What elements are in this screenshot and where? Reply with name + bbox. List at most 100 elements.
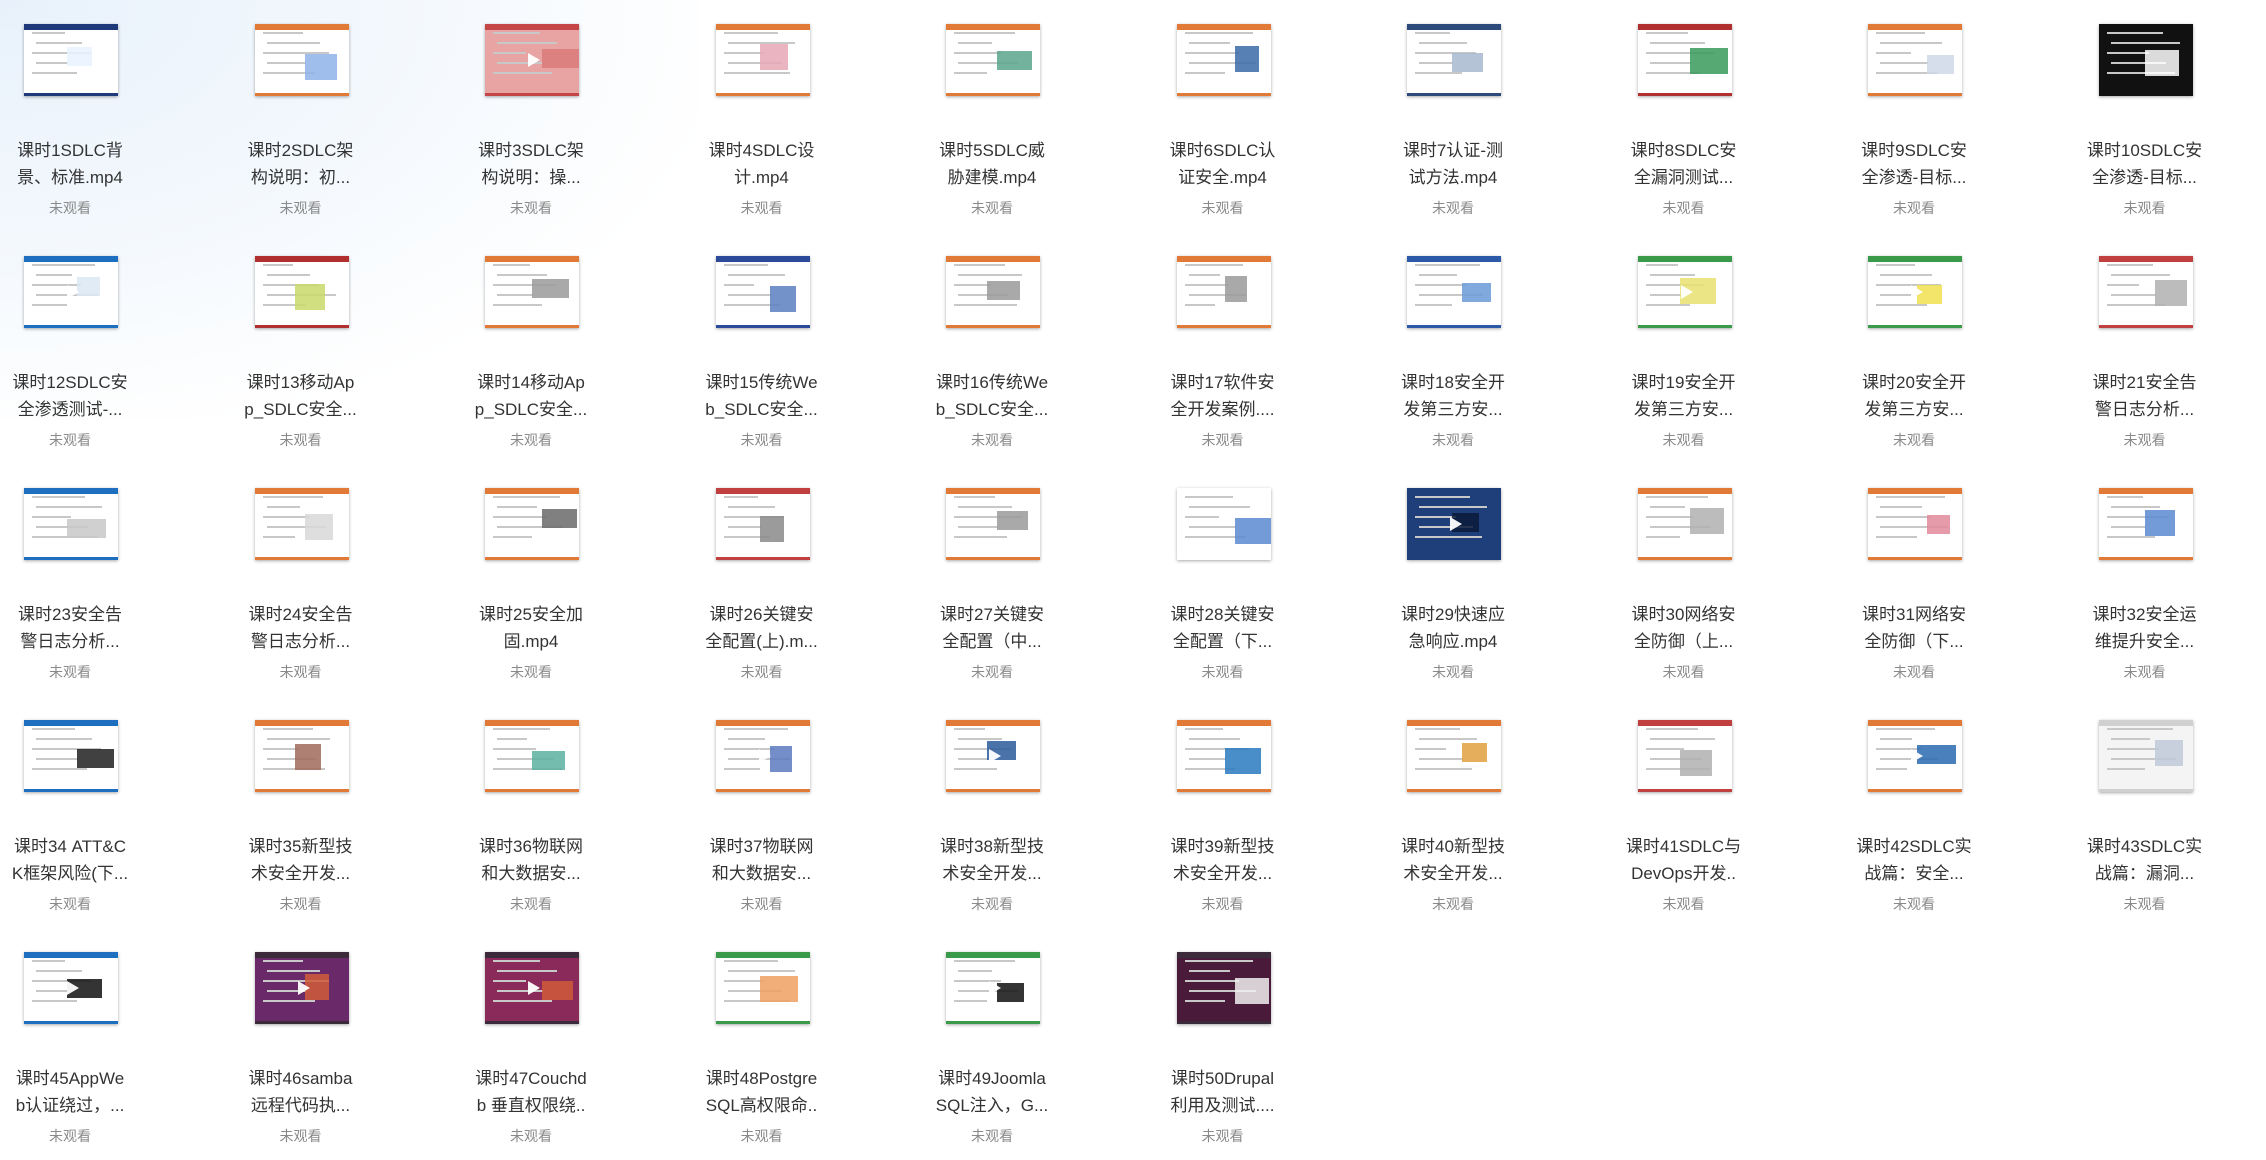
video-title[interactable]: 课时21安全告警日志分析... — [2083, 369, 2207, 423]
video-title[interactable]: 课时23安全告警日志分析... — [8, 601, 132, 655]
video-title[interactable]: 课时7认证-测试方法.mp4 — [1391, 137, 1515, 191]
video-tile[interactable]: 课时1SDLC背景、标准.mp4未观看 — [0, 0, 231, 232]
video-thumbnail[interactable] — [1407, 720, 1501, 792]
video-tile[interactable]: 课时31网络安全防御（下...未观看 — [1844, 464, 2075, 696]
video-title[interactable]: 课时20安全开发第三方安... — [1852, 369, 1976, 423]
video-title[interactable]: 课时27关键安全配置（中... — [930, 601, 1054, 655]
video-tile[interactable]: 课时29快速应急响应.mp4未观看 — [1383, 464, 1614, 696]
video-tile[interactable]: 课时7认证-测试方法.mp4未观看 — [1383, 0, 1614, 232]
video-title[interactable]: 课时49JoomlaSQL注入，G... — [930, 1065, 1054, 1119]
video-title[interactable]: 课时24安全告警日志分析... — [239, 601, 363, 655]
video-title[interactable]: 课时6SDLC认证安全.mp4 — [1161, 137, 1285, 191]
video-tile[interactable]: 课时49JoomlaSQL注入，G...未观看 — [922, 928, 1153, 1160]
video-title[interactable]: 课时41SDLC与DevOps开发.. — [1622, 833, 1746, 887]
video-thumbnail[interactable] — [1638, 256, 1732, 328]
video-tile[interactable]: 课时34 ATT&CK框架风险(下...未观看 — [0, 696, 231, 928]
video-title[interactable]: 课时37物联网和大数据安... — [700, 833, 824, 887]
video-tile[interactable]: 课时8SDLC安全漏洞测试...未观看 — [1614, 0, 1845, 232]
video-thumbnail[interactable] — [255, 720, 349, 792]
video-title[interactable]: 课时14移动App_SDLC安全... — [469, 369, 593, 423]
video-thumbnail[interactable] — [716, 488, 810, 560]
video-title[interactable]: 课时13移动App_SDLC安全... — [239, 369, 363, 423]
video-thumbnail[interactable] — [1868, 488, 1962, 560]
video-tile[interactable]: 课时26关键安全配置(上).m...未观看 — [692, 464, 923, 696]
video-thumbnail[interactable] — [485, 952, 579, 1024]
video-thumbnail[interactable] — [1868, 720, 1962, 792]
video-thumbnail[interactable] — [24, 24, 118, 96]
video-title[interactable]: 课时50Drupal利用及测试.... — [1161, 1065, 1285, 1119]
video-thumbnail[interactable] — [485, 256, 579, 328]
video-thumbnail[interactable] — [255, 952, 349, 1024]
video-thumbnail[interactable] — [1177, 24, 1271, 96]
video-tile[interactable]: 课时27关键安全配置（中...未观看 — [922, 464, 1153, 696]
video-thumbnail[interactable] — [24, 488, 118, 560]
video-tile[interactable]: 课时15传统Web_SDLC安全...未观看 — [692, 232, 923, 464]
video-title[interactable]: 课时1SDLC背景、标准.mp4 — [8, 137, 132, 191]
video-tile[interactable]: 课时46samba远程代码执...未观看 — [231, 928, 462, 1160]
video-thumbnail[interactable] — [1177, 952, 1271, 1024]
video-title[interactable]: 课时36物联网和大数据安... — [469, 833, 593, 887]
video-title[interactable]: 课时39新型技术安全开发... — [1161, 833, 1285, 887]
video-thumbnail[interactable] — [716, 256, 810, 328]
video-thumbnail[interactable] — [24, 952, 118, 1024]
video-tile[interactable]: 课时50Drupal利用及测试....未观看 — [1153, 928, 1384, 1160]
video-tile[interactable]: 课时25安全加固.mp4未观看 — [461, 464, 692, 696]
video-thumbnail[interactable] — [1868, 24, 1962, 96]
video-tile[interactable]: 课时47Couchdb 垂直权限绕..未观看 — [461, 928, 692, 1160]
video-thumbnail[interactable] — [485, 720, 579, 792]
video-tile[interactable]: 课时19安全开发第三方安...未观看 — [1614, 232, 1845, 464]
video-thumbnail[interactable] — [1638, 24, 1732, 96]
video-thumbnail[interactable] — [1177, 256, 1271, 328]
video-thumbnail[interactable] — [1407, 256, 1501, 328]
video-tile[interactable]: 课时43SDLC实战篇：漏洞...未观看 — [2075, 696, 2266, 928]
video-title[interactable]: 课时8SDLC安全漏洞测试... — [1622, 137, 1746, 191]
video-title[interactable]: 课时4SDLC设计.mp4 — [700, 137, 824, 191]
video-title[interactable]: 课时30网络安全防御（上... — [1622, 601, 1746, 655]
video-tile[interactable]: 课时6SDLC认证安全.mp4未观看 — [1153, 0, 1384, 232]
video-title[interactable]: 课时3SDLC架构说明：操... — [469, 137, 593, 191]
video-tile[interactable]: 课时16传统Web_SDLC安全...未观看 — [922, 232, 1153, 464]
video-tile[interactable]: 课时10SDLC安全渗透-目标...未观看 — [2075, 0, 2266, 232]
video-title[interactable]: 课时31网络安全防御（下... — [1852, 601, 1976, 655]
video-title[interactable]: 课时2SDLC架构说明：初... — [239, 137, 363, 191]
video-title[interactable]: 课时16传统Web_SDLC安全... — [930, 369, 1054, 423]
video-title[interactable]: 课时48PostgreSQL高权限命.. — [700, 1065, 824, 1119]
video-thumbnail[interactable] — [1177, 720, 1271, 792]
video-tile[interactable]: 课时42SDLC实战篇：安全...未观看 — [1844, 696, 2075, 928]
video-tile[interactable]: 课时20安全开发第三方安...未观看 — [1844, 232, 2075, 464]
video-thumbnail[interactable] — [2099, 256, 2193, 328]
video-tile[interactable]: 课时41SDLC与DevOps开发..未观看 — [1614, 696, 1845, 928]
video-thumbnail[interactable] — [24, 720, 118, 792]
video-tile[interactable]: 课时4SDLC设计.mp4未观看 — [692, 0, 923, 232]
video-title[interactable]: 课时42SDLC实战篇：安全... — [1852, 833, 1976, 887]
video-title[interactable]: 课时15传统Web_SDLC安全... — [700, 369, 824, 423]
video-tile[interactable]: 课时32安全运维提升安全...未观看 — [2075, 464, 2266, 696]
video-thumbnail[interactable] — [716, 952, 810, 1024]
video-tile[interactable]: 课时38新型技术安全开发...未观看 — [922, 696, 1153, 928]
video-thumbnail[interactable] — [2099, 24, 2193, 96]
video-thumbnail[interactable] — [1638, 720, 1732, 792]
video-tile[interactable]: 课时48PostgreSQL高权限命..未观看 — [692, 928, 923, 1160]
video-tile[interactable]: 课时23安全告警日志分析...未观看 — [0, 464, 231, 696]
video-thumbnail[interactable] — [1638, 488, 1732, 560]
video-tile[interactable]: 课时24安全告警日志分析...未观看 — [231, 464, 462, 696]
video-tile[interactable]: 课时12SDLC安全渗透测试-...未观看 — [0, 232, 231, 464]
video-thumbnail[interactable] — [485, 488, 579, 560]
video-thumbnail[interactable] — [255, 488, 349, 560]
video-thumbnail[interactable] — [2099, 720, 2193, 792]
video-title[interactable]: 课时34 ATT&CK框架风险(下... — [8, 833, 132, 887]
video-title[interactable]: 课时47Couchdb 垂直权限绕.. — [469, 1065, 593, 1119]
video-thumbnail[interactable] — [716, 720, 810, 792]
video-tile[interactable]: 课时28关键安全配置（下...未观看 — [1153, 464, 1384, 696]
video-title[interactable]: 课时29快速应急响应.mp4 — [1391, 601, 1515, 655]
video-title[interactable]: 课时12SDLC安全渗透测试-... — [8, 369, 132, 423]
video-tile[interactable]: 课时3SDLC架构说明：操...未观看 — [461, 0, 692, 232]
video-thumbnail[interactable] — [946, 256, 1040, 328]
video-tile[interactable]: 课时17软件安全开发案例....未观看 — [1153, 232, 1384, 464]
video-title[interactable]: 课时38新型技术安全开发... — [930, 833, 1054, 887]
video-tile[interactable]: 课时36物联网和大数据安...未观看 — [461, 696, 692, 928]
video-thumbnail[interactable] — [946, 720, 1040, 792]
video-title[interactable]: 课时35新型技术安全开发... — [239, 833, 363, 887]
video-tile[interactable]: 课时21安全告警日志分析...未观看 — [2075, 232, 2266, 464]
video-thumbnail[interactable] — [255, 24, 349, 96]
